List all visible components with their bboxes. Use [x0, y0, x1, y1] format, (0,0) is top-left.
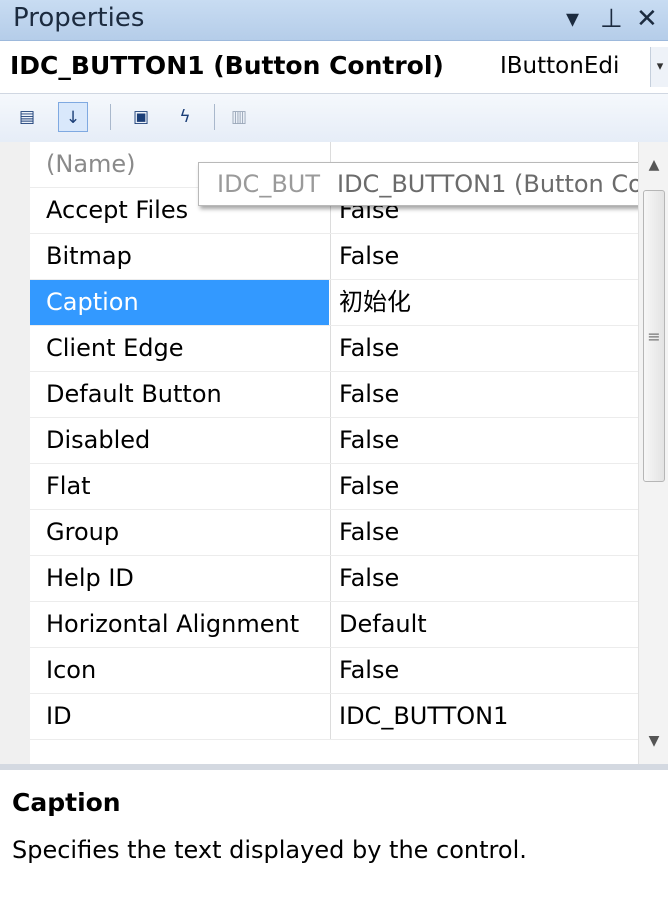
property-name: Icon	[46, 656, 97, 684]
property-name: Help ID	[46, 564, 134, 592]
property-row-disabled[interactable]: Disabled False	[30, 418, 638, 464]
object-selector[interactable]: IDC_BUTTON1 (Button Control) IButtonEdi …	[0, 41, 668, 94]
property-value[interactable]: False	[330, 418, 638, 463]
property-row-help-id[interactable]: Help ID False	[30, 556, 638, 602]
pin-icon[interactable]: ⊥	[600, 2, 623, 36]
description-panel: Caption Specifies the text displayed by …	[0, 770, 668, 904]
selected-object-type: IButtonEdi	[500, 53, 620, 79]
properties-title-bar: Properties ▾ ⊥ ✕	[0, 0, 668, 41]
grid-scrollbar[interactable]: ▲ ≡ ▼	[638, 142, 668, 764]
tooltip-underlying-text: IDC_BUT	[217, 170, 321, 198]
property-row-group[interactable]: Group False	[30, 510, 638, 556]
property-value[interactable]: 初始化	[330, 280, 638, 325]
property-grid: (Name) Accept Files False Bitmap False C…	[0, 142, 668, 764]
property-row-icon[interactable]: Icon False	[30, 648, 638, 694]
property-row-flat[interactable]: Flat False	[30, 464, 638, 510]
grip-icon: ≡	[647, 327, 661, 346]
object-selector-dropdown-icon[interactable]: ▾	[650, 47, 668, 87]
property-pages-icon[interactable]: ▥	[224, 102, 254, 132]
toolbar-separator	[110, 104, 111, 130]
window-title: Properties	[13, 3, 145, 33]
properties-toolbar: ▤ ↓ ▣ ϟ ▥	[0, 94, 668, 142]
scroll-up-icon[interactable]: ▲	[639, 150, 668, 180]
property-name: Default Button	[46, 380, 222, 408]
alphabetical-sort-icon[interactable]: ↓	[58, 102, 88, 132]
close-icon[interactable]: ✕	[636, 2, 658, 36]
description-title: Caption	[12, 788, 121, 817]
property-name: Group	[46, 518, 120, 546]
property-value[interactable]: IDC_BUTTON1	[330, 694, 638, 739]
property-value[interactable]: False	[330, 510, 638, 555]
property-row-id[interactable]: ID IDC_BUTTON1	[30, 694, 638, 740]
property-value[interactable]: False	[330, 234, 638, 279]
property-name: Bitmap	[46, 242, 132, 270]
property-row-bitmap[interactable]: Bitmap False	[30, 234, 638, 280]
properties-icon[interactable]: ▣	[126, 102, 156, 132]
property-row-horizontal-alignment[interactable]: Horizontal Alignment Default	[30, 602, 638, 648]
property-row-default-button[interactable]: Default Button False	[30, 372, 638, 418]
property-name: Flat	[46, 472, 91, 500]
window-menu-chevron-icon[interactable]: ▾	[566, 2, 579, 36]
property-name: Disabled	[46, 426, 151, 454]
scrollbar-thumb[interactable]: ≡	[643, 190, 665, 482]
scroll-down-icon[interactable]: ▼	[639, 726, 668, 756]
tooltip-text: IDC_BUTTON1 (Button Control)	[337, 170, 668, 198]
property-value[interactable]: Default	[330, 602, 638, 647]
value-tooltip: IDC_BUT IDC_BUTTON1 (Button Control)	[198, 162, 668, 206]
property-name: Horizontal Alignment	[46, 610, 300, 638]
property-value[interactable]: False	[330, 648, 638, 693]
property-value[interactable]: False	[330, 556, 638, 601]
property-value[interactable]: False	[330, 326, 638, 371]
selected-object-name: IDC_BUTTON1 (Button Control)	[10, 51, 444, 80]
property-value[interactable]: False	[330, 464, 638, 509]
toolbar-separator	[214, 104, 215, 130]
description-text: Specifies the text displayed by the cont…	[12, 836, 527, 864]
property-name: Client Edge	[46, 334, 184, 362]
property-name: ID	[46, 702, 72, 730]
property-name: Caption	[30, 280, 329, 325]
categorized-icon[interactable]: ▤	[12, 102, 42, 132]
events-lightning-icon[interactable]: ϟ	[170, 102, 200, 132]
grid-gutter	[0, 142, 30, 764]
property-row-client-edge[interactable]: Client Edge False	[30, 326, 638, 372]
property-value[interactable]: False	[330, 372, 638, 417]
property-row-caption[interactable]: Caption 初始化	[30, 280, 638, 326]
